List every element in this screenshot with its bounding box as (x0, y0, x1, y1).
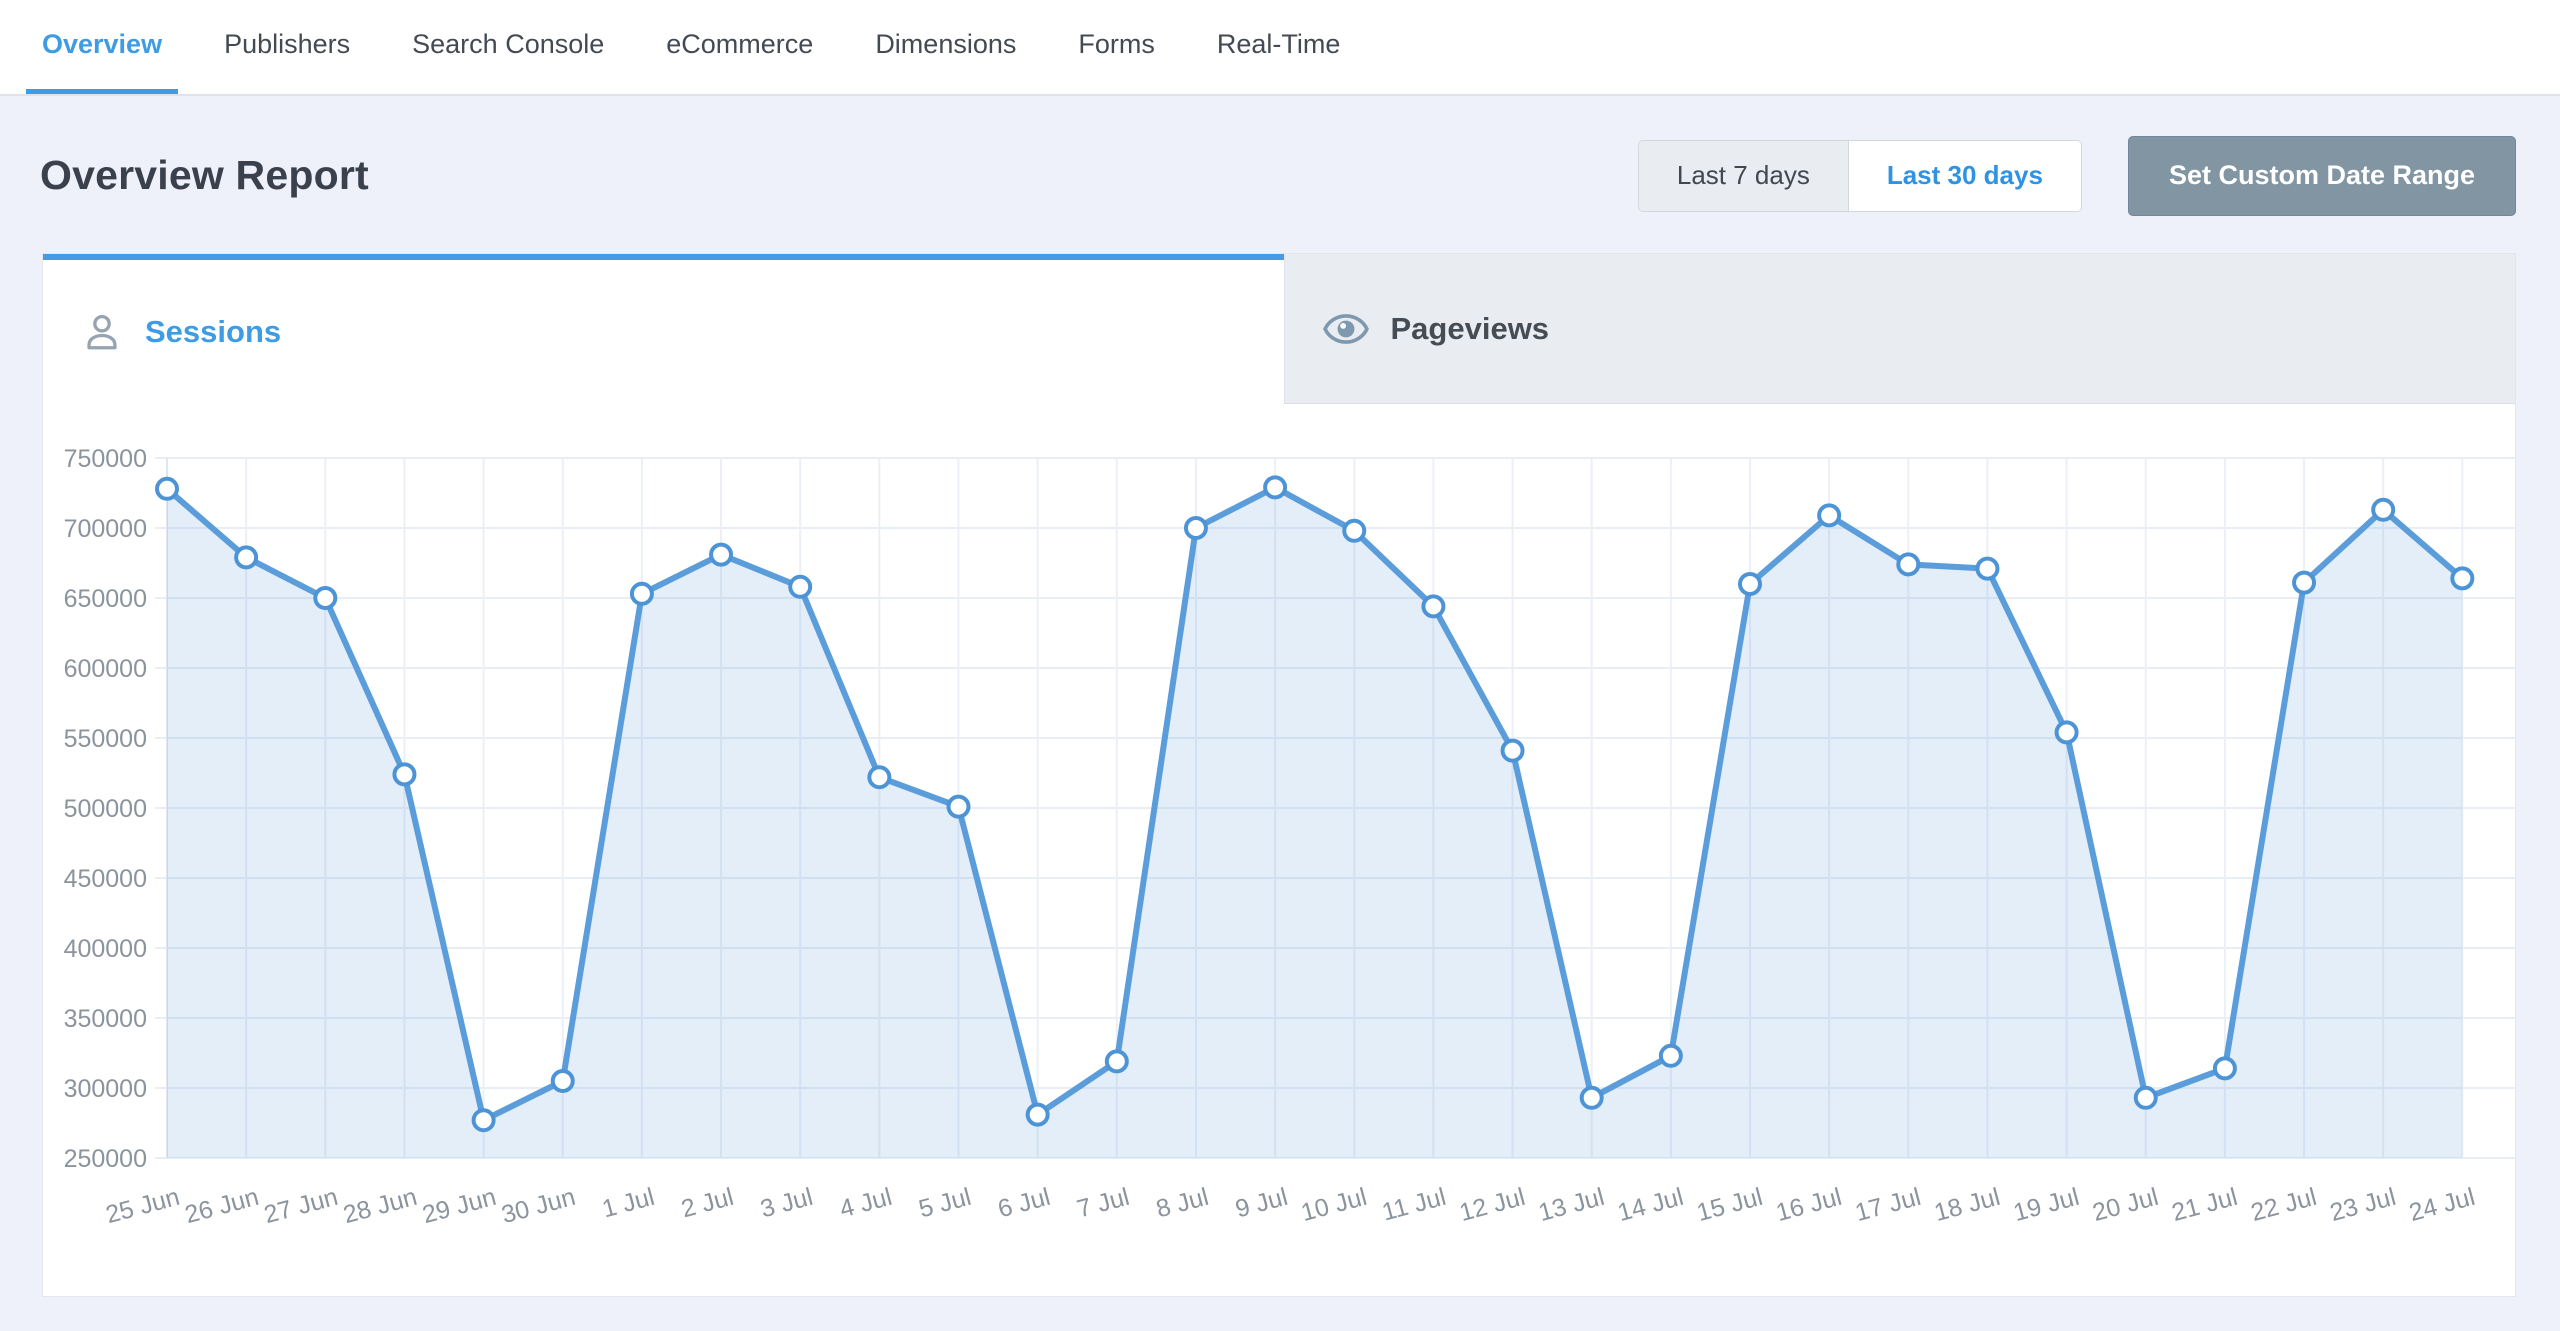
svg-text:17 Jul: 17 Jul (1852, 1183, 1924, 1227)
svg-text:1 Jul: 1 Jul (599, 1183, 657, 1224)
person-icon (81, 311, 123, 353)
nav-tab-ecommerce[interactable]: eCommerce (650, 0, 829, 94)
sessions-chart[interactable]: 750000 700000 650000 600000 550000 500000 4500… (43, 404, 2517, 1264)
svg-text:18 Jul: 18 Jul (1931, 1183, 2003, 1227)
date-range-toggle: Last 7 days Last 30 days (1638, 140, 2082, 212)
nav-tab-dimensions[interactable]: Dimensions (859, 0, 1032, 94)
date-range-controls: Last 7 days Last 30 days Set Custom Date… (1638, 136, 2516, 216)
svg-text:19 Jul: 19 Jul (2010, 1183, 2082, 1227)
svg-text:450000: 450000 (64, 865, 147, 893)
report-nav: Overview Publishers Search Console eCommerc… (0, 0, 2560, 96)
svg-text:26 Jun: 26 Jun (182, 1183, 262, 1229)
svg-text:11 Jul: 11 Jul (1379, 1183, 1449, 1227)
svg-text:23 Jul: 23 Jul (2327, 1183, 2399, 1227)
svg-text:14 Jul: 14 Jul (1615, 1183, 1687, 1227)
nav-tab-real-time[interactable]: Real-Time (1201, 0, 1357, 94)
svg-text:24 Jul: 24 Jul (2406, 1183, 2478, 1227)
svg-text:550000: 550000 (64, 725, 147, 753)
svg-text:5 Jul: 5 Jul (916, 1183, 974, 1224)
svg-text:28 Jun: 28 Jun (340, 1183, 420, 1229)
tab-pageviews[interactable]: Pageviews (1284, 254, 2516, 404)
svg-text:22 Jul: 22 Jul (2248, 1183, 2320, 1227)
svg-text:400000: 400000 (64, 935, 147, 963)
svg-text:600000: 600000 (64, 655, 147, 683)
svg-text:20 Jul: 20 Jul (2090, 1183, 2162, 1227)
svg-text:12 Jul: 12 Jul (1456, 1183, 1528, 1227)
svg-text:300000: 300000 (64, 1075, 147, 1103)
tab-sessions[interactable]: Sessions (43, 254, 1284, 404)
svg-text:6 Jul: 6 Jul (995, 1183, 1053, 1224)
last-30-days-button[interactable]: Last 30 days (1848, 141, 2081, 211)
svg-text:30 Jun: 30 Jun (499, 1183, 579, 1229)
svg-text:15 Jul: 15 Jul (1694, 1183, 1766, 1227)
metric-tabs: Sessions Pageviews (43, 254, 2515, 404)
svg-text:700000: 700000 (64, 515, 147, 543)
overview-report-card: Sessions Pageviews 750000 700000 650000 600… (42, 253, 2516, 1297)
nav-tab-search-console[interactable]: Search Console (396, 0, 620, 94)
tab-sessions-label: Sessions (145, 314, 281, 350)
page-header: Overview Report Last 7 days Last 30 days… (0, 98, 2560, 253)
nav-tab-overview[interactable]: Overview (26, 0, 178, 94)
svg-text:9 Jul: 9 Jul (1232, 1183, 1290, 1224)
page-title: Overview Report (40, 152, 369, 199)
svg-text:25 Jun: 25 Jun (103, 1183, 183, 1229)
svg-text:27 Jun: 27 Jun (261, 1183, 341, 1229)
svg-text:650000: 650000 (64, 585, 147, 613)
eye-icon (1323, 313, 1369, 345)
svg-text:21 Jul: 21 Jul (2169, 1183, 2241, 1227)
svg-text:750000: 750000 (64, 445, 147, 473)
svg-text:3 Jul: 3 Jul (757, 1183, 815, 1224)
svg-text:16 Jul: 16 Jul (1773, 1183, 1845, 1227)
svg-text:13 Jul: 13 Jul (1536, 1183, 1608, 1227)
svg-text:7 Jul: 7 Jul (1074, 1183, 1132, 1224)
tab-pageviews-label: Pageviews (1391, 311, 1550, 347)
svg-text:4 Jul: 4 Jul (837, 1183, 895, 1224)
nav-tab-forms[interactable]: Forms (1062, 0, 1171, 94)
svg-text:500000: 500000 (64, 795, 147, 823)
svg-text:350000: 350000 (64, 1005, 147, 1033)
svg-text:10 Jul: 10 Jul (1298, 1183, 1370, 1227)
svg-text:8 Jul: 8 Jul (1153, 1183, 1211, 1224)
last-7-days-button[interactable]: Last 7 days (1639, 141, 1848, 211)
svg-text:29 Jun: 29 Jun (419, 1183, 499, 1229)
nav-tab-publishers[interactable]: Publishers (208, 0, 366, 94)
svg-text:250000: 250000 (64, 1145, 147, 1173)
set-custom-date-range-button[interactable]: Set Custom Date Range (2128, 136, 2516, 216)
svg-text:2 Jul: 2 Jul (678, 1183, 736, 1224)
